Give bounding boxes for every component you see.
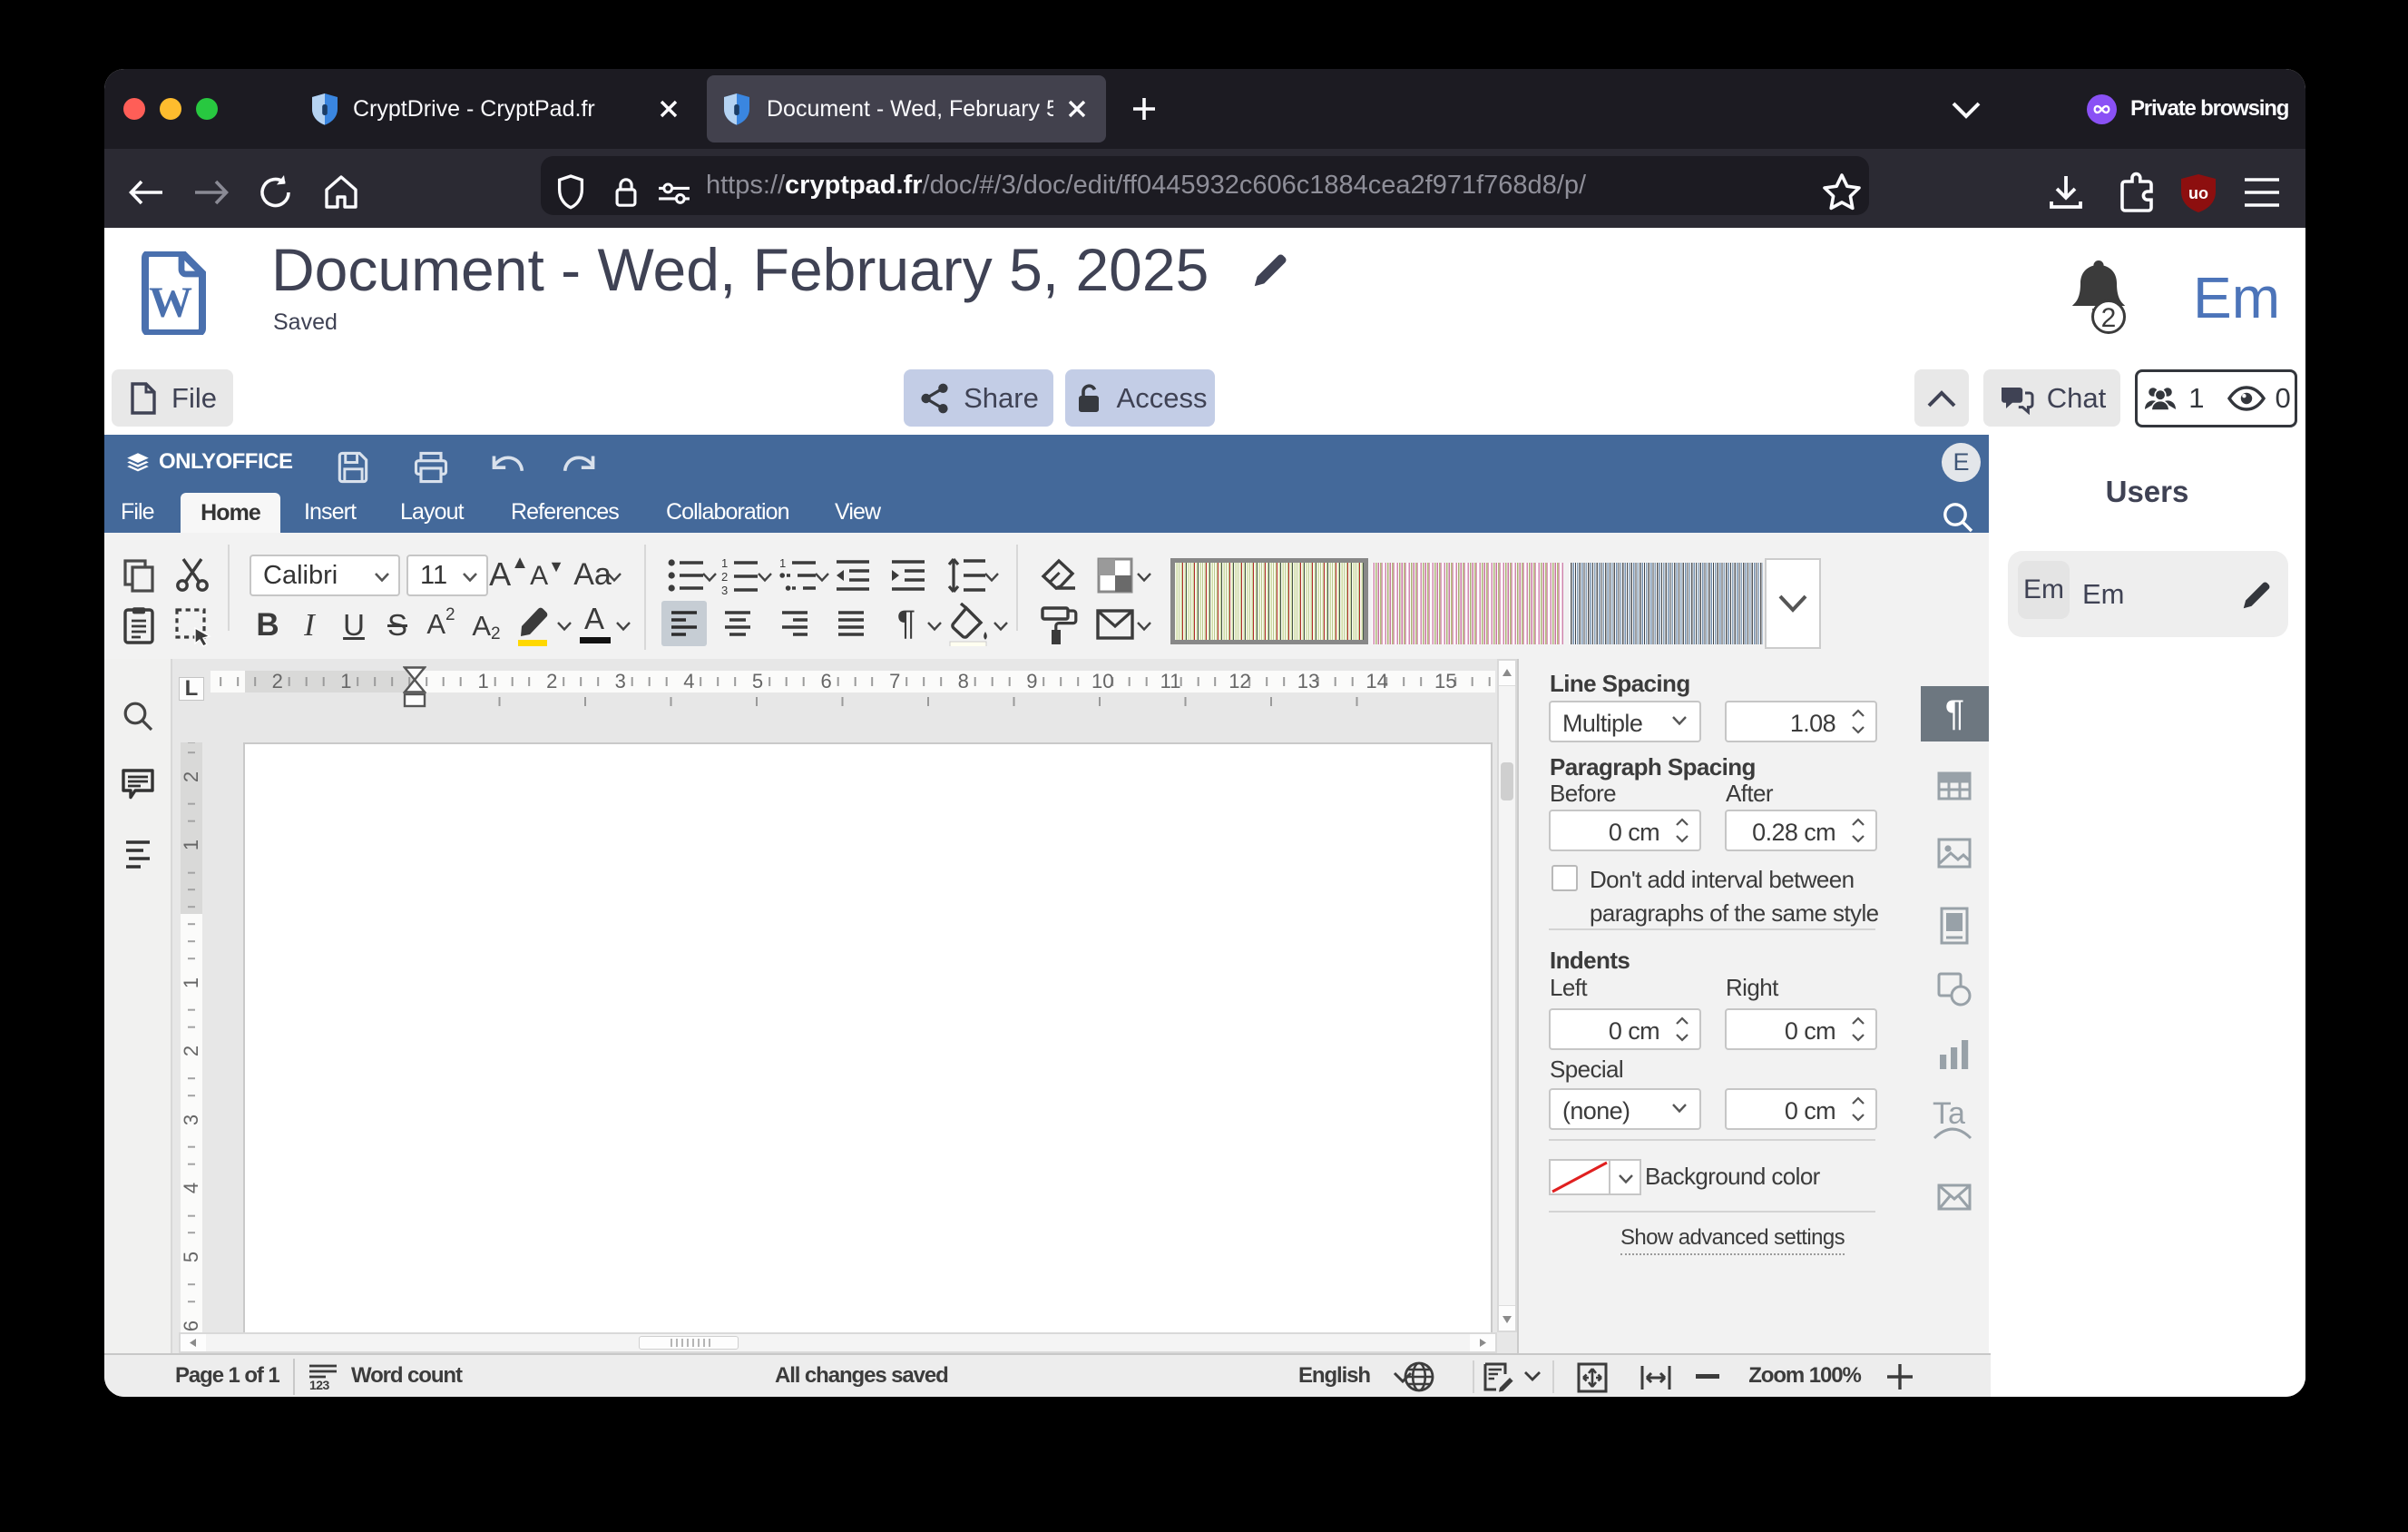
svg-text:uo: uo [2188,184,2208,202]
svg-text:1: 1 [721,556,728,570]
svg-text:W: W [149,279,192,327]
svg-text:1 2 3: 1 2 3 [309,1378,330,1391]
svg-text:1: 1 [779,556,786,570]
svg-text:2: 2 [721,570,728,584]
svg-text:3: 3 [721,584,728,595]
